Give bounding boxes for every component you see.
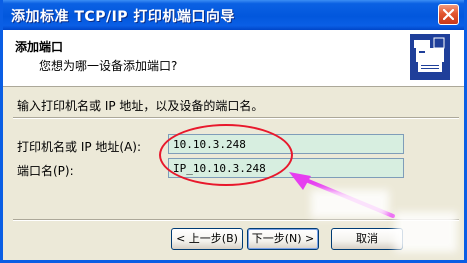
divider-bottom: [13, 219, 459, 221]
header-title: 添加端口: [15, 40, 64, 54]
printer-name-input[interactable]: 10.10.3.248: [168, 134, 404, 154]
wizard-header: 添加端口 您想为哪一设备添加端口?: [3, 30, 464, 87]
printer-port-icon: [410, 34, 450, 80]
header-subtitle: 您想为哪一设备添加端口?: [39, 59, 178, 73]
wizard-window: 添加标准 TCP/IP 打印机端口向导 添加端口 您想为哪一设备添加端口? 输入…: [0, 0, 467, 263]
printer-name-label: 打印机名或 IP 地址(A):: [17, 140, 142, 154]
close-button[interactable]: [438, 4, 459, 25]
title-bar[interactable]: 添加标准 TCP/IP 打印机端口向导: [3, 0, 464, 30]
instruction-text: 输入打印机名或 IP 地址，以及设备的端口名。: [17, 99, 264, 113]
close-icon: [443, 9, 454, 20]
cancel-button[interactable]: 取消: [331, 228, 403, 250]
divider-top: [13, 117, 459, 119]
window-title: 添加标准 TCP/IP 打印机端口向导: [11, 9, 235, 25]
back-button[interactable]: < 上一步(B): [171, 228, 243, 250]
port-name-label: 端口名(P):: [17, 164, 74, 178]
watermark-blur: [395, 212, 457, 252]
next-button[interactable]: 下一步(N) >: [247, 228, 319, 250]
watermark-blur: [311, 190, 389, 218]
